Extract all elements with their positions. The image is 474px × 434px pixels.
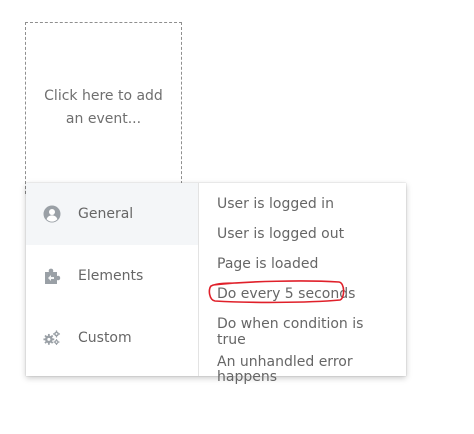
add-event-text: Click here to add an event... bbox=[44, 88, 163, 127]
category-elements[interactable]: Elements bbox=[26, 245, 198, 307]
add-event-placeholder[interactable]: Click here to add an event... bbox=[25, 22, 182, 194]
event-option-label: Page is loaded bbox=[217, 256, 319, 272]
puzzle-piece-icon bbox=[43, 267, 61, 285]
user-circle-icon bbox=[43, 205, 61, 223]
event-option-list: User is logged in User is logged out Pag… bbox=[199, 183, 406, 385]
event-option-unhandled-error[interactable]: An unhandled error happens bbox=[199, 348, 406, 385]
category-custom[interactable]: Custom bbox=[26, 307, 198, 369]
event-option-label: User is logged out bbox=[217, 226, 345, 242]
category-label: Elements bbox=[78, 268, 144, 284]
event-option-label: An unhandled error happens bbox=[217, 354, 353, 385]
event-option-do-when-condition-true[interactable]: Do when condition is true bbox=[199, 309, 406, 348]
event-option-label: Do every 5 seconds bbox=[217, 286, 356, 302]
event-type-menu: General Elements Custom User is logged i… bbox=[26, 183, 406, 385]
event-option-user-logged-in[interactable]: User is logged in bbox=[199, 189, 406, 219]
workflow-canvas: Click here to add an event... General El… bbox=[0, 0, 474, 434]
event-option-label: User is logged in bbox=[217, 196, 334, 212]
category-general[interactable]: General bbox=[26, 183, 198, 245]
event-category-list: General Elements Custom bbox=[26, 183, 199, 376]
category-label: General bbox=[78, 206, 134, 222]
event-option-label: Do when condition is true bbox=[217, 316, 364, 348]
event-option-page-loaded[interactable]: Page is loaded bbox=[199, 249, 406, 279]
category-label: Custom bbox=[78, 330, 132, 346]
event-option-user-logged-out[interactable]: User is logged out bbox=[199, 219, 406, 249]
event-option-do-every-5-seconds[interactable]: Do every 5 seconds bbox=[199, 279, 406, 309]
gears-icon bbox=[43, 329, 61, 347]
